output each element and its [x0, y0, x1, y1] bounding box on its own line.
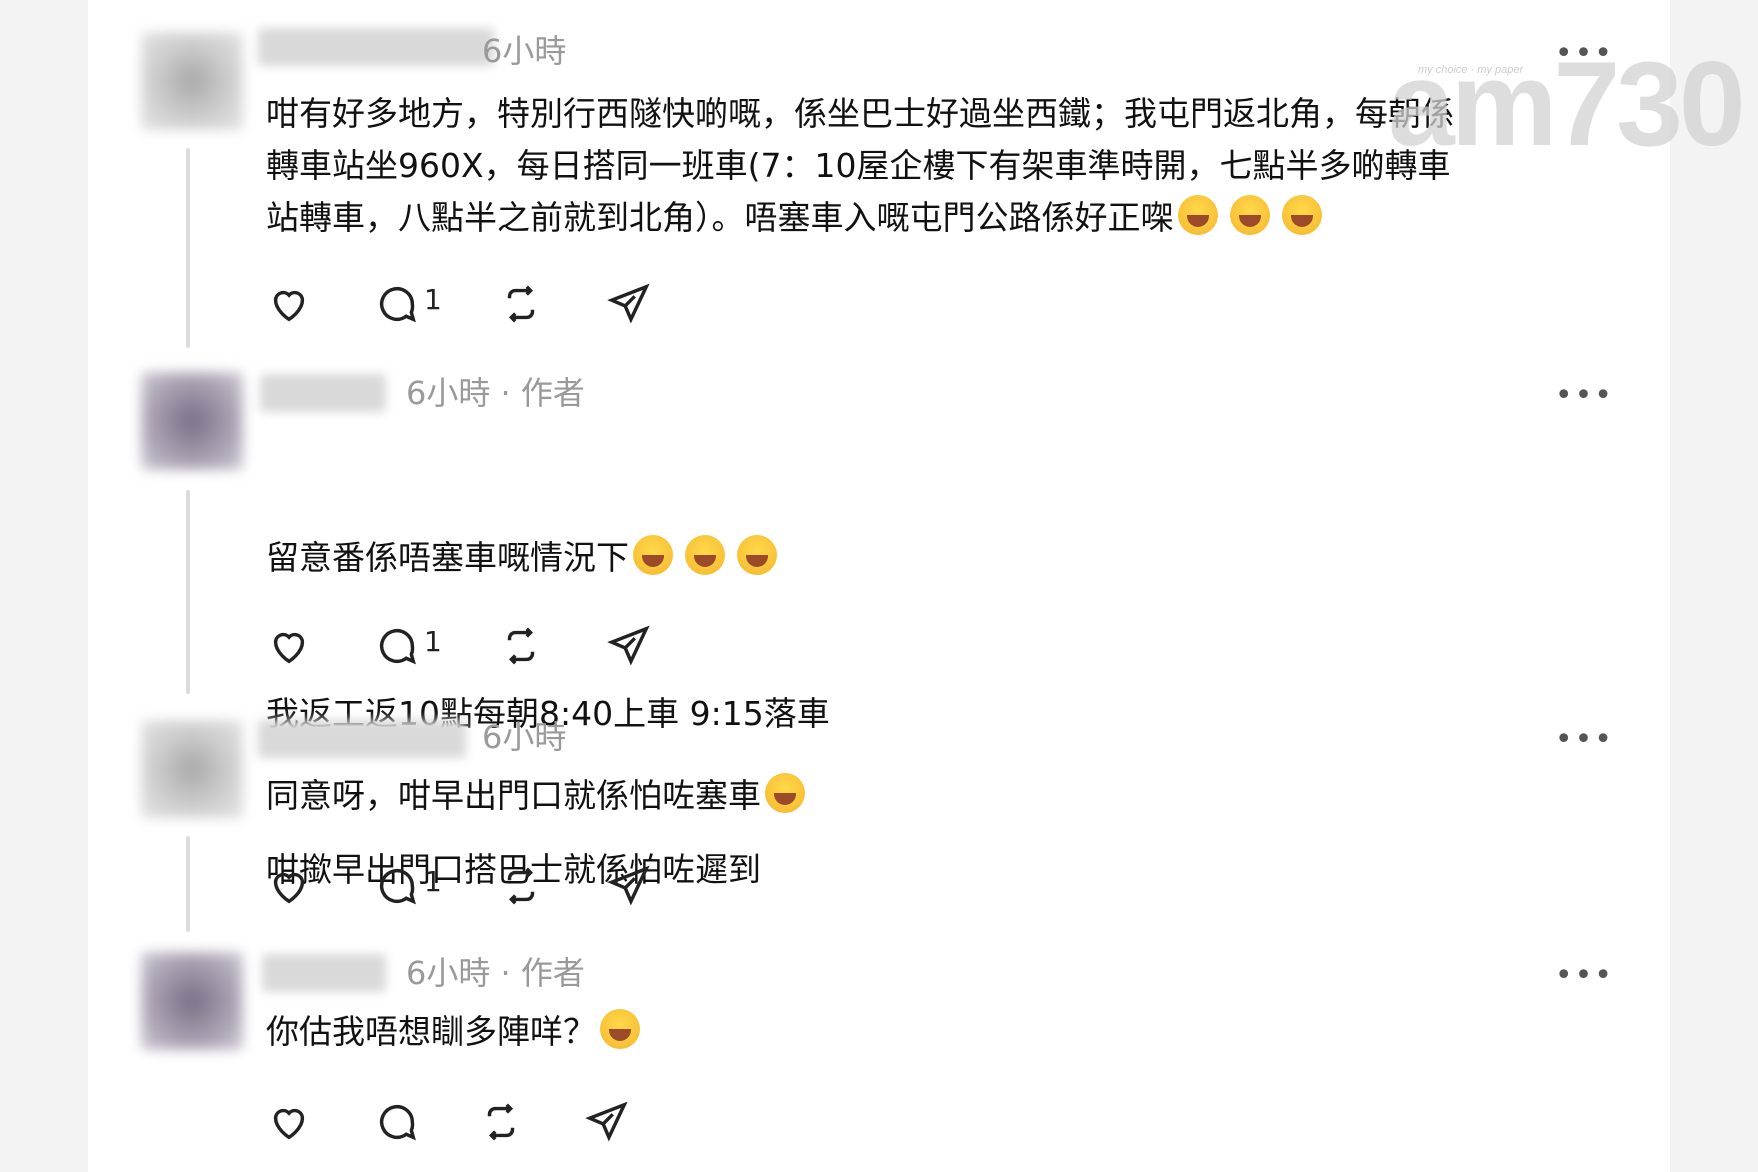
username-blurred[interactable]: [260, 374, 386, 412]
text-line: 留意番係唔塞車嘅情況下: [266, 532, 1696, 584]
share-button[interactable]: [606, 862, 652, 910]
heart-icon: [273, 290, 305, 322]
laughing-emoji: [737, 535, 777, 575]
more-icon[interactable]: •••: [1555, 381, 1614, 411]
reply-count: 1: [424, 282, 442, 316]
share-button[interactable]: [584, 1098, 630, 1146]
post-timestamp: 6小時: [482, 32, 567, 70]
repost-icon: [507, 627, 535, 665]
post-text: 同意呀，咁早出門口就係怕咗塞車: [266, 770, 1696, 822]
comment-icon: [379, 868, 416, 905]
laughing-emoji: [600, 1009, 640, 1049]
heart-icon: [273, 872, 305, 904]
text-line: 我返工返10點每朝8:40上車 9:15落車: [266, 694, 830, 733]
comment-icon: [379, 286, 416, 323]
thread-line: [186, 490, 190, 694]
heart-icon: [273, 632, 305, 664]
share-icon: [585, 1101, 628, 1142]
share-button[interactable]: [606, 280, 652, 328]
action-bar: [266, 1098, 746, 1146]
username-blurred[interactable]: [258, 28, 494, 66]
repost-icon: [507, 285, 535, 323]
like-button[interactable]: [266, 622, 312, 670]
laughing-emoji: [633, 535, 673, 575]
reply-count: 1: [424, 624, 442, 658]
post-timestamp: 6小時 · 作者: [406, 954, 585, 992]
username-blurred[interactable]: [258, 720, 466, 758]
action-bar: 1: [266, 862, 766, 910]
share-icon: [607, 625, 650, 666]
post-timestamp: 6小時: [482, 718, 567, 756]
like-button[interactable]: [266, 1098, 312, 1146]
repost-button[interactable]: [478, 1098, 524, 1146]
repost-button[interactable]: [498, 622, 544, 670]
comment-icon: [379, 1104, 416, 1141]
comment-icon: [379, 628, 416, 665]
avatar[interactable]: [141, 32, 243, 130]
avatar[interactable]: [141, 720, 243, 818]
laughing-emoji: [1229, 195, 1270, 235]
avatar[interactable]: [141, 372, 243, 470]
thread-line: [186, 836, 190, 932]
reply-button[interactable]: 1: [374, 622, 442, 670]
action-bar: 1: [266, 280, 766, 328]
repost-button[interactable]: [498, 862, 544, 910]
post-text: 你估我唔想瞓多陣咩？: [266, 1006, 1696, 1058]
laughing-emoji: [765, 773, 805, 813]
post-text: 留意番係唔塞車嘅情況下 我返工返10點每朝8:40上車 9:15落車 咁撳早出門…: [266, 428, 1696, 1000]
laughing-emoji: [1281, 195, 1322, 235]
am730-watermark-logo: am730: [1388, 37, 1746, 171]
username-blurred[interactable]: [262, 954, 386, 992]
repost-icon: [487, 1103, 515, 1141]
reply-count: 1: [424, 864, 442, 898]
like-button[interactable]: [266, 862, 312, 910]
share-icon: [607, 865, 650, 906]
post-timestamp: 6小時 · 作者: [406, 374, 585, 412]
heart-icon: [273, 1108, 305, 1140]
more-icon[interactable]: •••: [1555, 961, 1614, 991]
action-bar: 1: [266, 622, 766, 670]
repost-icon: [507, 867, 535, 905]
thread-line: [186, 148, 190, 348]
reply-button[interactable]: 1: [374, 280, 442, 328]
reply-button[interactable]: [374, 1098, 420, 1146]
reply-button[interactable]: 1: [374, 862, 442, 910]
share-button[interactable]: [606, 622, 652, 670]
laughing-emoji: [1177, 195, 1218, 235]
like-button[interactable]: [266, 280, 312, 328]
repost-button[interactable]: [498, 280, 544, 328]
share-icon: [607, 283, 650, 324]
avatar[interactable]: [141, 952, 243, 1050]
thread-panel: 6小時 ••• 咁有好多地方，特別行西隧快啲嘅，係坐巴士好過坐西鐵；我屯門返北角…: [88, 0, 1670, 1172]
more-icon[interactable]: •••: [1555, 725, 1614, 755]
laughing-emoji: [685, 535, 725, 575]
